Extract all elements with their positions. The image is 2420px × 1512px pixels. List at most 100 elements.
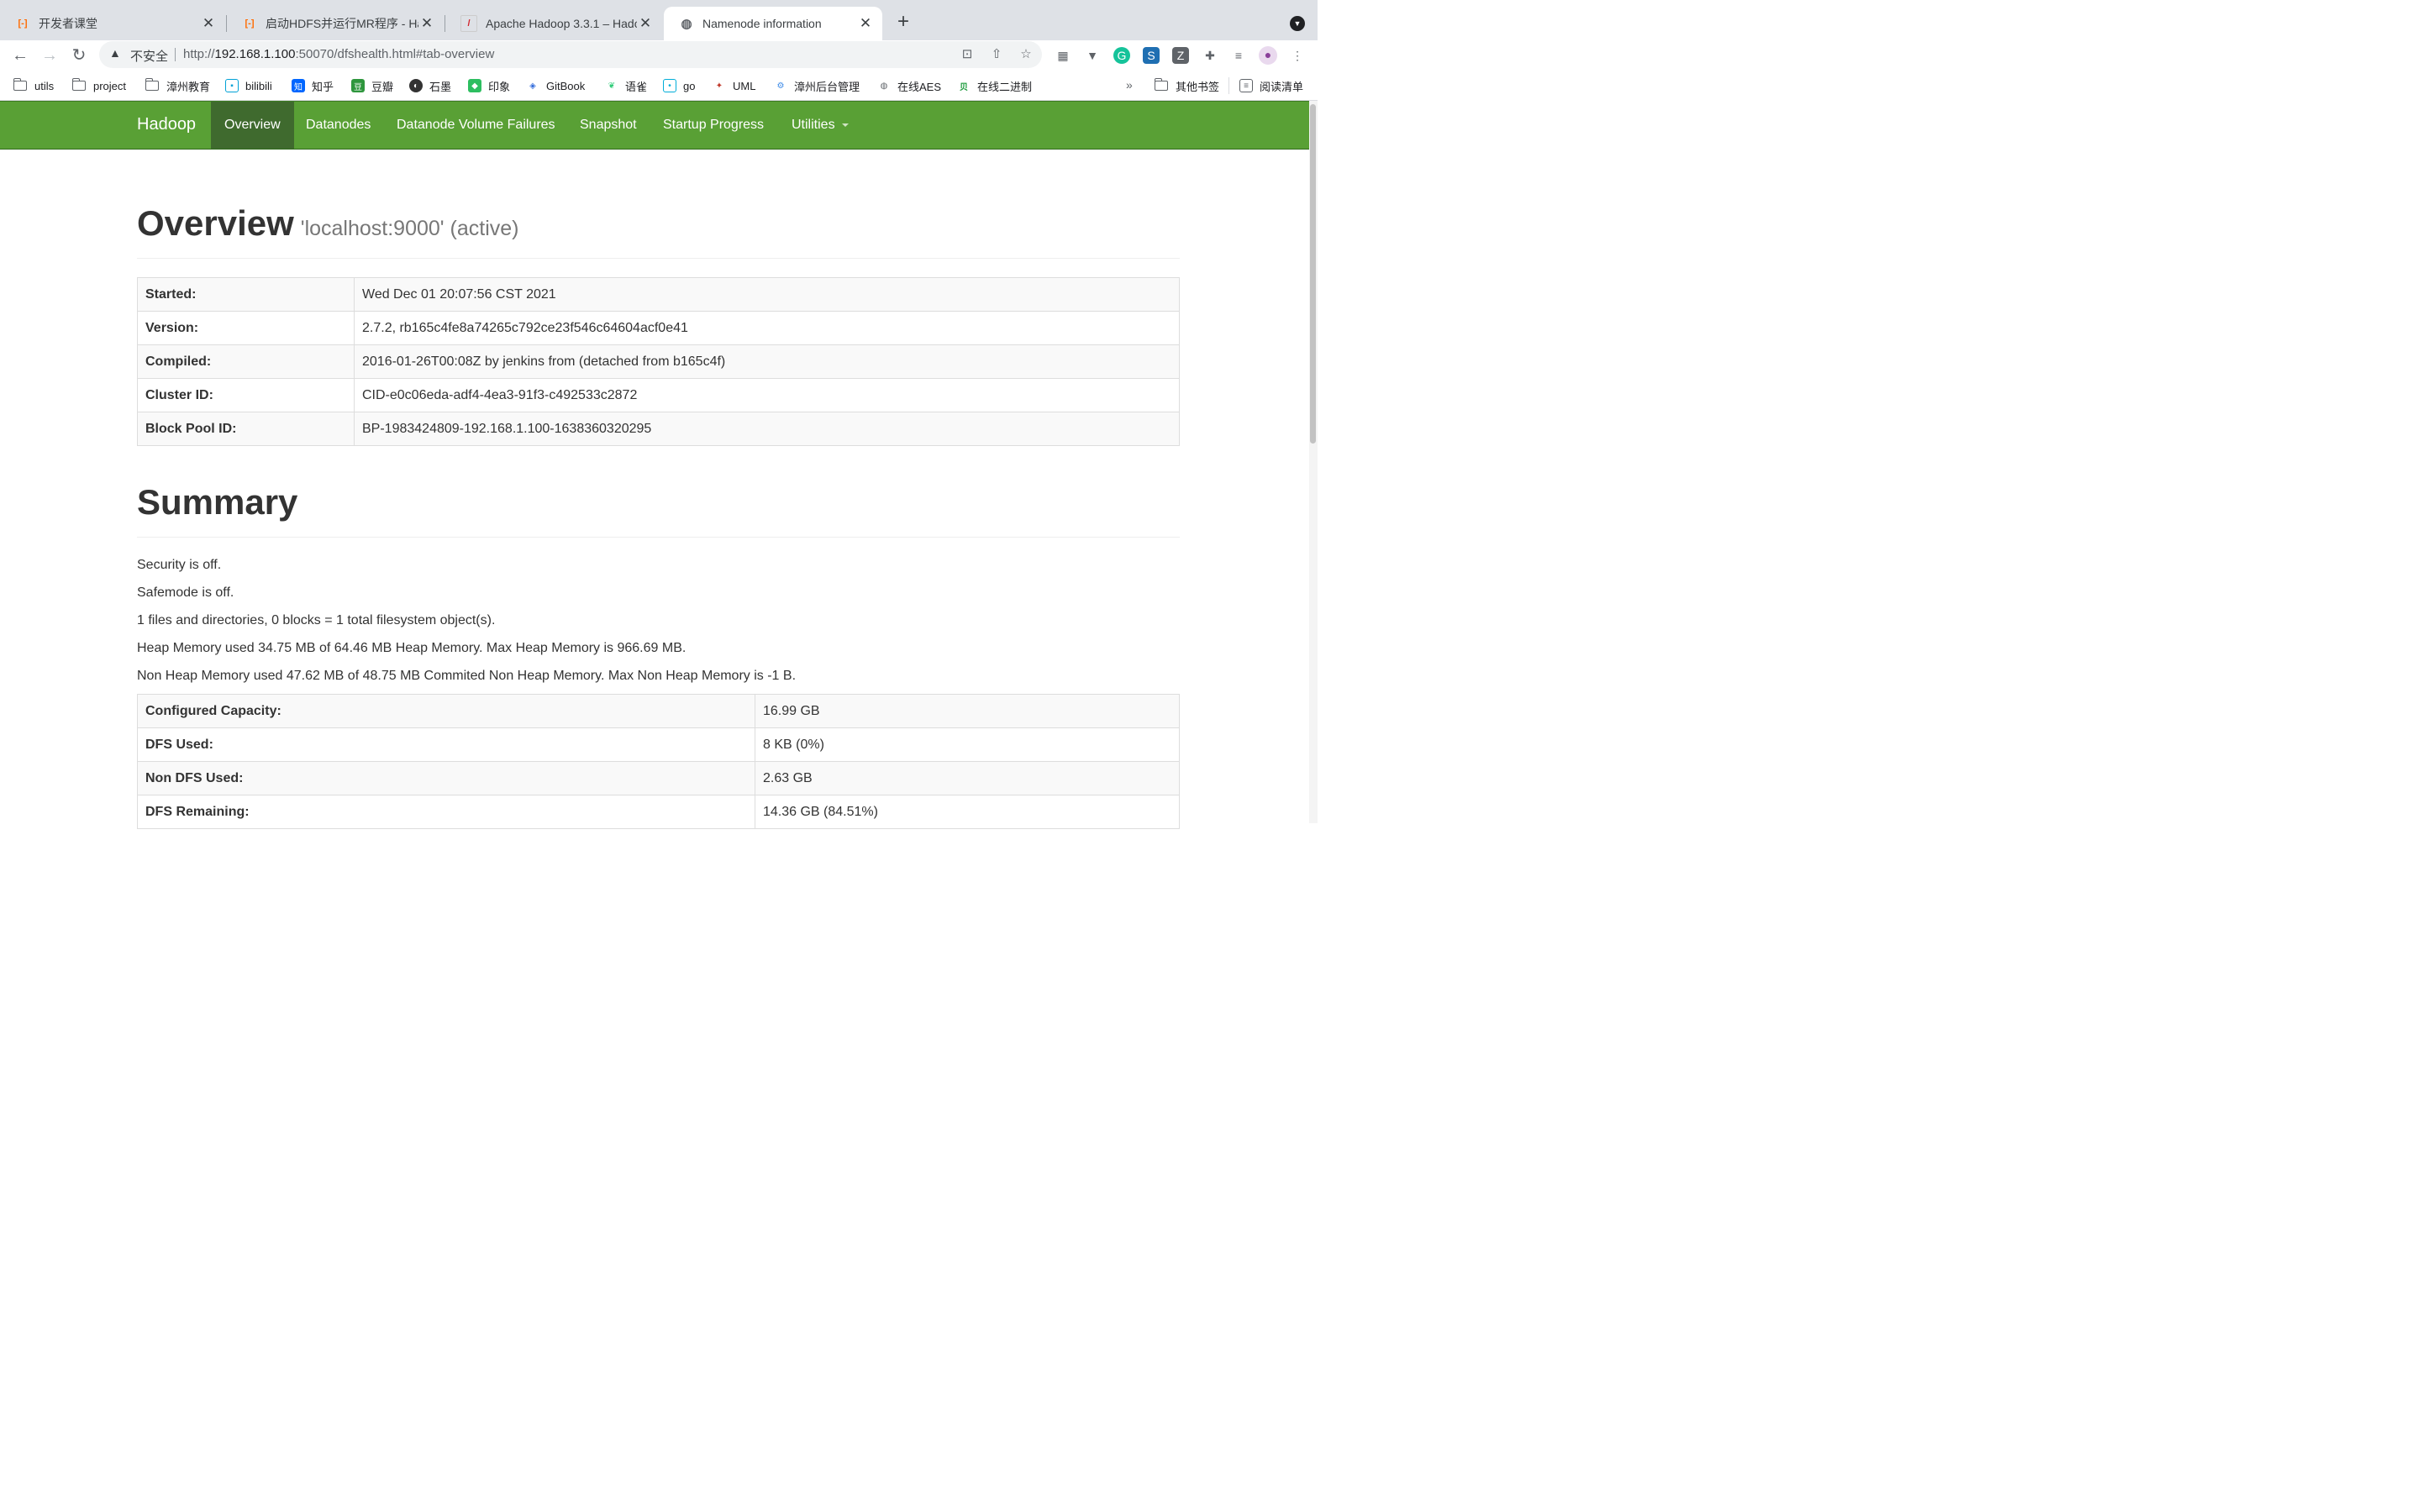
folder-icon [13,78,27,91]
bookmark-item[interactable]: 豆豆瓣 [351,71,393,101]
folder-icon [71,78,86,91]
vue-devtools-icon[interactable]: ▼ [1084,47,1101,64]
tab-title: 启动HDFS并运行MR程序 - Hado [266,17,418,30]
browser-tab-active[interactable]: ◍ Namenode information ✕ [664,7,882,40]
bookmark-star-icon[interactable]: ☆ [1018,47,1034,62]
bookmark-item[interactable]: ◆ 印象 [468,71,510,101]
namenode-address: 'localhost:9000' (active) [300,217,519,240]
close-icon[interactable]: ✕ [857,15,874,32]
reading-list-icon: ≡ [1239,79,1253,92]
nav-snapshot[interactable]: Snapshot [566,102,650,149]
shimo-icon: ◐ [409,79,423,92]
table-row: Block Pool ID: BP-1983424809-192.168.1.10… [137,412,1180,446]
close-icon[interactable]: ✕ [637,15,654,32]
close-icon[interactable]: ✕ [200,15,217,32]
aliyun-icon: [-] [18,18,28,29]
profile-avatar[interactable]: ● [1259,46,1277,65]
bookmarks-bar: utils project 漳州教育 ▪ bilibili 知知乎 豆豆瓣 ◐ 石墨… [0,71,1318,101]
tab-title: Namenode information [702,17,822,30]
evernote-icon: ◆ [468,79,481,92]
nav-startup-progress[interactable]: Startup Progress [650,102,777,149]
filesystem-objects: 1 files and directories, 0 blocks = 1 to… [137,613,496,627]
table-row: Compiled: 2016-01-26T00:08Z by jenkins fr… [137,344,1180,379]
security-status: Security is off. [137,558,222,572]
bookmark-item[interactable]: ◍ 在线AES [877,71,941,101]
safemode-status: Safemode is off. [137,585,234,600]
qr-code-icon[interactable]: ▦ [1055,47,1071,64]
top-navbar: Hadoop Overview Datanodes Datanode Volum… [0,101,1309,150]
folder-icon [145,78,159,91]
table-row: Started: Wed Dec 01 20:07:56 CST 2021 [137,277,1180,312]
other-bookmarks-folder[interactable]: 其他书签 [1154,71,1219,101]
bookmark-item[interactable]: ⚙ 漳州后台管理 [774,71,860,101]
bookmark-item[interactable]: • go [663,71,695,101]
aliyun-icon: [-] [245,18,255,29]
s-extension-icon[interactable]: S [1143,47,1160,64]
bilibili-icon: ▪ [225,79,239,92]
bookmark-item[interactable]: 贝在线二进制 [957,71,1032,101]
bookmarks-overflow-icon[interactable]: » [1126,78,1133,92]
binary-tool-icon: 贝 [960,82,968,92]
bookmark-folder[interactable]: utils [13,71,54,101]
bookmark-folder[interactable]: project [71,71,126,101]
overview-table: Started: Wed Dec 01 20:07:56 CST 2021 Ver… [137,277,1180,446]
warning-icon: ▲ [109,46,121,60]
capacity-table: Configured Capacity: 16.99 GB DFS Used: 8 … [137,694,1180,829]
folder-icon [1154,78,1168,91]
yuque-icon: ❦ [608,81,616,91]
uml-icon: ✦ [715,81,723,91]
share-icon[interactable]: ⇧ [989,47,1004,62]
nav-datanodes[interactable]: Datanodes [292,102,384,149]
reading-list[interactable]: ≡ 阅读清单 [1239,71,1303,101]
gitbook-icon: ◈ [529,81,536,91]
zhihu-icon: 知 [292,79,305,92]
navbar-brand[interactable]: Hadoop [137,115,196,134]
new-tab-icon[interactable]: + [892,12,914,34]
table-row: DFS Used: 8 KB (0%) [137,727,1180,762]
browser-tab[interactable]: / Apache Hadoop 3.3.1 – Hadoo ✕ [445,7,662,40]
globe-icon: ◍ [681,17,692,31]
tab-title: Apache Hadoop 3.3.1 – Hadoo [486,17,637,30]
bookmark-item[interactable]: ✦ UML [713,71,756,101]
back-icon[interactable]: ← [8,44,32,67]
z-extension-icon[interactable]: Z [1172,47,1189,64]
browser-tab[interactable]: [-] 启动HDFS并运行MR程序 - Hado ✕ [227,7,444,40]
more-menu-icon[interactable]: ⋮ [1289,47,1306,64]
apache-feather-icon: / [460,15,477,32]
globe-icon: ◍ [880,81,888,91]
nav-datanode-volume-failures[interactable]: Datanode Volume Failures [383,102,569,149]
gear-icon: ⚙ [776,81,785,91]
bookmark-item[interactable]: ◐ 石墨 [409,71,451,101]
overview-heading: Overview'localhost:9000' (active) [137,203,519,243]
bookmark-item[interactable]: ❦ 语雀 [605,71,647,101]
tab-search-icon[interactable]: ▼ [1290,16,1305,31]
table-row: Version: 2.7.2, rb165c4fe8a74265c792ce23f… [137,311,1180,345]
gopher-icon: • [663,79,676,92]
forward-icon[interactable]: → [38,44,61,67]
table-row: Non DFS Used: 2.63 GB [137,761,1180,795]
non-heap-memory: Non Heap Memory used 47.62 MB of 48.75 M… [137,669,797,683]
browser-toolbar: ← → ↻ ▲ 不安全 http://192.168.1.100:50070/d… [0,40,1318,71]
bookmark-item[interactable]: ◈ GitBook [526,71,585,101]
bookmark-item[interactable]: 知知乎 [292,71,334,101]
browser-tab-strip: [-] 开发者课堂 ✕ [-] 启动HDFS并运行MR程序 - Hado ✕ /… [0,0,1318,40]
nav-utilities-dropdown[interactable]: Utilities [778,102,862,149]
grammarly-icon[interactable]: G [1113,47,1130,64]
summary-heading: Summary [137,482,298,522]
close-icon[interactable]: ✕ [418,15,435,32]
caret-down-icon [841,123,849,127]
url-text[interactable]: http://192.168.1.100:50070/dfshealth.htm… [183,47,494,61]
address-bar[interactable]: ▲ 不安全 http://192.168.1.100:50070/dfsheal… [99,41,1042,68]
scrollbar-thumb[interactable] [1310,104,1316,444]
tab-title: 开发者课堂 [39,17,97,30]
translate-icon[interactable]: ⊡ [960,47,975,62]
heap-memory: Heap Memory used 34.75 MB of 64.46 MB He… [137,641,687,655]
nav-overview[interactable]: Overview [211,102,294,149]
bookmark-folder[interactable]: 漳州教育 [145,71,210,101]
media-control-icon[interactable]: ≡ [1230,47,1247,64]
bookmark-item[interactable]: ▪ bilibili [225,71,272,101]
reload-icon[interactable]: ↻ [67,44,91,67]
browser-tab[interactable]: [-] 开发者课堂 ✕ [0,7,225,40]
extensions-puzzle-icon[interactable]: ✚ [1202,47,1218,64]
security-label[interactable]: 不安全 [130,47,168,65]
